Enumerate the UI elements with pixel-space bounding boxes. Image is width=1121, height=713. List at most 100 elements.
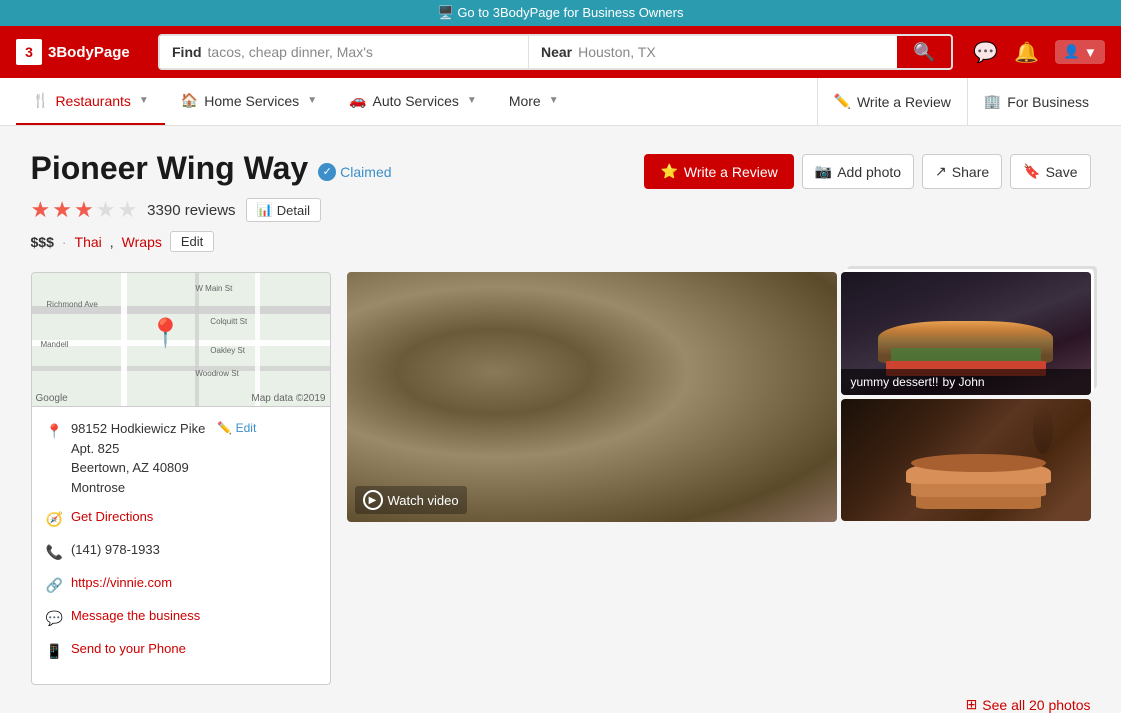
header: 3 3BodyPage Find Near 🔍 💬 🔔 👤 ▼ [0, 26, 1121, 78]
watch-video-overlay[interactable]: ▶ Watch video [355, 486, 467, 514]
address-city: Beertown, AZ 40809 [71, 458, 205, 478]
send-to-phone-row: 📱 Send to your Phone [46, 639, 316, 662]
map-data: Map data ©2019 [251, 393, 325, 404]
get-directions-link[interactable]: Get Directions [71, 507, 153, 527]
star-icon: ⭐ [660, 163, 677, 180]
add-photo-label: Add photo [837, 164, 901, 180]
comma-separator: , [110, 234, 114, 250]
claimed-check-icon: ✓ [318, 163, 336, 181]
auto-services-label: Auto Services [373, 93, 459, 109]
more-chevron: ▼ [549, 95, 559, 106]
food-image-1 [347, 272, 837, 522]
photo-main[interactable]: ▶ Watch video [347, 272, 837, 522]
top-banner[interactable]: 🖥️ Go to 3BodyPage for Business Owners [0, 0, 1121, 26]
play-icon: ▶ [363, 490, 383, 510]
nav-write-review[interactable]: ✏️ Write a Review [817, 78, 967, 125]
info-panel: 📍 98152 Hodkiewicz Pike Apt. 825 Beertow… [31, 407, 331, 685]
edit-categories-button[interactable]: Edit [170, 231, 214, 252]
location-icon: 📍 [46, 421, 63, 442]
address-row: 📍 98152 Hodkiewicz Pike Apt. 825 Beertow… [46, 419, 316, 497]
nav-item-auto-services[interactable]: 🚗 Auto Services ▼ [333, 78, 493, 125]
dot-separator: · [62, 234, 67, 250]
nav-for-business[interactable]: 🏢 For Business [967, 78, 1105, 125]
notifications-icon[interactable]: 🔔 [1014, 40, 1039, 65]
find-input[interactable] [208, 36, 516, 68]
nav-item-more[interactable]: More ▼ [493, 78, 575, 125]
photo-caption: yummy dessert!! by John [841, 369, 1091, 395]
map-background: Richmond Ave W Main St Colquitt St Oakle… [32, 273, 330, 406]
address-neighborhood: Montrose [71, 478, 205, 498]
for-business-icon: 🏢 [984, 93, 1001, 110]
star-2: ★ [52, 197, 72, 223]
auto-services-icon: 🚗 [349, 92, 366, 109]
star-4: ★ [96, 197, 116, 223]
review-count: 3390 reviews [147, 202, 235, 219]
phone-row: 📞 (141) 978-1933 [46, 540, 316, 563]
action-buttons: ⭐ Write a Review 📷 Add photo ↗ Share 🔖 S… [644, 154, 1090, 189]
home-services-label: Home Services [204, 93, 299, 109]
navbar: 🍴 Restaurants ▼ 🏠 Home Services ▼ 🚗 Auto… [0, 78, 1121, 126]
star-3: ★ [74, 197, 94, 223]
edit-address-link[interactable]: ✏️ Edit [217, 419, 256, 437]
user-avatar-button[interactable]: 👤 ▼ [1055, 40, 1105, 64]
map-container[interactable]: Richmond Ave W Main St Colquitt St Oakle… [31, 272, 331, 407]
share-label: Share [952, 164, 989, 180]
nav-item-restaurants[interactable]: 🍴 Restaurants ▼ [16, 78, 165, 125]
write-review-label: Write a Review [857, 94, 951, 110]
banner-icon: 🖥️ [438, 5, 454, 20]
map-attribution: Google [36, 393, 68, 404]
detail-button[interactable]: 📊 Detail [246, 198, 321, 222]
price: $$$ [31, 234, 54, 250]
logo-number: 3 [16, 39, 42, 65]
home-services-chevron: ▼ [307, 95, 317, 106]
category-wraps[interactable]: Wraps [122, 234, 162, 250]
write-review-button[interactable]: ⭐ Write a Review [644, 154, 793, 189]
messages-icon[interactable]: 💬 [973, 40, 998, 65]
phone-number: (141) 978-1933 [71, 540, 160, 560]
detail-label: Detail [277, 203, 310, 218]
category-thai[interactable]: Thai [75, 234, 102, 250]
header-icons: 💬 🔔 👤 ▼ [973, 40, 1105, 65]
star-rating: ★ ★ ★ ★ ★ [31, 197, 138, 223]
near-section: Near [529, 36, 897, 68]
avatar-chevron: ▼ [1084, 45, 1097, 60]
write-review-icon: ✏️ [834, 93, 851, 110]
save-button[interactable]: 🔖 Save [1010, 154, 1090, 189]
near-input[interactable] [578, 36, 885, 68]
find-section: Find [160, 36, 529, 68]
message-icon: 💬 [46, 608, 63, 629]
send-to-phone-link[interactable]: Send to your Phone [71, 639, 186, 659]
address-street: 98152 Hodkiewicz Pike [71, 419, 205, 439]
left-panel: Richmond Ave W Main St Colquitt St Oakle… [31, 272, 331, 685]
mobile-icon: 📱 [46, 641, 63, 662]
meta-row: $$$ · Thai , Wraps Edit [31, 231, 1091, 252]
search-button[interactable]: 🔍 [897, 36, 951, 68]
write-review-button-label: Write a Review [684, 164, 778, 180]
compass-icon: 🧭 [46, 509, 63, 530]
add-photo-button[interactable]: 📷 Add photo [802, 154, 914, 189]
photos-grid: ▶ Watch video [347, 272, 1091, 522]
home-services-icon: 🏠 [181, 92, 198, 109]
link-icon: 🔗 [46, 575, 63, 596]
see-all-photos[interactable]: ⊞ See all 20 photos [966, 696, 1091, 713]
photo-pancakes[interactable] [841, 399, 1091, 522]
photo-sandwich[interactable]: yummy dessert!! by John [841, 272, 1091, 395]
chart-icon: 📊 [257, 202, 273, 218]
search-bar: Find Near 🔍 [158, 34, 953, 70]
business-title-area: Pioneer Wing Way ✓ Claimed [31, 150, 392, 187]
message-link[interactable]: Message the business [71, 606, 200, 626]
address-block: 98152 Hodkiewicz Pike Apt. 825 Beertown,… [71, 419, 205, 497]
save-label: Save [1046, 164, 1078, 180]
star-1: ★ [31, 197, 51, 223]
nav-item-home-services[interactable]: 🏠 Home Services ▼ [165, 78, 333, 125]
photo-secondary: yummy dessert!! by John [841, 272, 1091, 522]
caption-text: yummy dessert!! [851, 375, 939, 389]
banner-text: Go to 3BodyPage for Business Owners [457, 5, 683, 20]
share-button[interactable]: ↗ Share [922, 154, 1002, 189]
find-label: Find [172, 44, 202, 60]
rating-row: ★ ★ ★ ★ ★ 3390 reviews 📊 Detail [31, 197, 1091, 223]
website-link[interactable]: https://vinnie.com [71, 573, 172, 593]
for-business-label: For Business [1007, 94, 1089, 110]
logo[interactable]: 3 3BodyPage [16, 39, 146, 65]
claimed-badge: ✓ Claimed [318, 163, 391, 181]
